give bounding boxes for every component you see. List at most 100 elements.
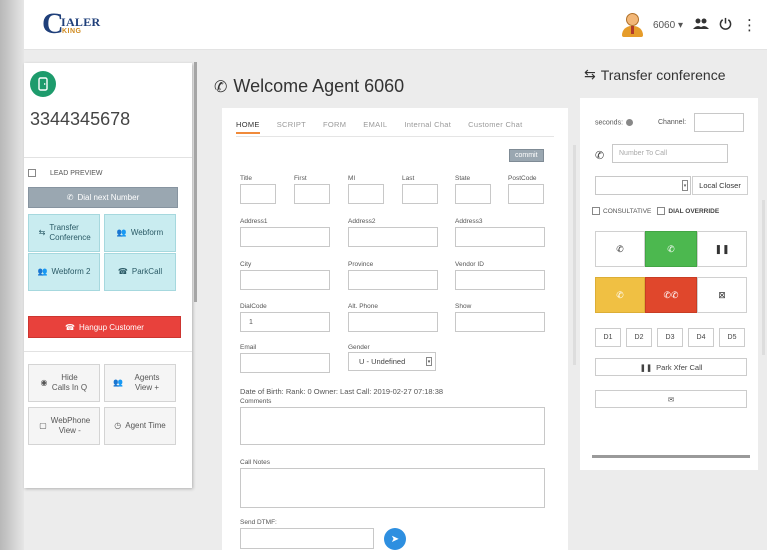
address2-input[interactable] <box>348 227 438 247</box>
first-name-input[interactable] <box>294 184 330 204</box>
mi-input[interactable] <box>348 184 384 204</box>
address3-input[interactable] <box>455 227 545 247</box>
more-vertical-icon[interactable]: ⋮ <box>742 16 757 34</box>
top-bar: C IALER KING 6060 ▾ ⋮ <box>24 0 767 50</box>
local-closer-button[interactable]: Local Closer <box>692 176 748 195</box>
tab-home[interactable]: HOME <box>236 120 260 134</box>
show-label: Show <box>455 303 472 310</box>
first-label: First <box>294 175 307 182</box>
panel-scrollbar[interactable] <box>194 62 197 302</box>
vendor-id-label: Vendor ID <box>455 261 484 268</box>
dial-next-number-button[interactable]: ✆ Dial next Number <box>28 187 178 208</box>
lead-preview-checkbox[interactable] <box>28 169 36 177</box>
address1-input[interactable] <box>240 227 330 247</box>
address2-label: Address2 <box>348 218 376 225</box>
hold-button[interactable]: ✆ <box>595 277 645 313</box>
state-input[interactable] <box>455 184 491 204</box>
hangup-xfer-button[interactable]: ✆✆ <box>645 277 697 313</box>
dtmf-d4-button[interactable]: D4 <box>688 328 714 347</box>
park-xfer-call-button[interactable]: ❚❚ Park Xfer Call <box>595 358 747 376</box>
dial-override-checkbox[interactable] <box>657 207 666 215</box>
transfer-icon: ⇆ <box>584 66 596 82</box>
webform2-button[interactable]: 👥 Webform 2 <box>28 253 100 291</box>
show-input[interactable] <box>455 312 545 332</box>
dial-button[interactable]: ✆ <box>595 231 645 267</box>
tab-script[interactable]: SCRIPT <box>277 120 306 134</box>
email-input[interactable] <box>240 353 330 373</box>
comments-textarea[interactable] <box>240 407 545 445</box>
last-label: Last <box>402 175 415 182</box>
customer-phone-number: 3344345678 <box>30 109 131 129</box>
channel-input[interactable] <box>694 113 744 132</box>
mid-scrollbar[interactable] <box>573 145 576 365</box>
phone-icon: ✆ <box>595 150 605 162</box>
agent-time-button[interactable]: ◷ Agent Time <box>104 407 176 445</box>
comments-label: Comments <box>240 398 272 405</box>
commit-button[interactable]: commit <box>509 149 544 162</box>
park-phone-icon: ☎ <box>117 267 128 276</box>
users-icon: 👥 <box>116 228 127 237</box>
webform-button[interactable]: 👥 Webform <box>104 214 176 252</box>
answer-button[interactable]: ✆ <box>645 231 697 267</box>
agent-avatar[interactable] <box>621 12 643 38</box>
tabs-underline <box>236 136 554 137</box>
consultative-option[interactable]: CONSULTATIVE DIAL OVERRIDE <box>592 207 719 215</box>
dtmf-d1-button[interactable]: D1 <box>595 328 621 347</box>
number-to-call-input[interactable]: Number To Call <box>612 144 728 163</box>
left-shadow-strip <box>0 0 24 550</box>
tab-form[interactable]: FORM <box>323 120 346 134</box>
mi-label: MI <box>348 175 356 182</box>
last-name-input[interactable] <box>402 184 438 204</box>
divider <box>24 157 192 158</box>
users-icon[interactable] <box>693 17 709 34</box>
tab-customer-chat[interactable]: Customer Chat <box>468 120 522 134</box>
tab-email[interactable]: EMAIL <box>363 120 387 134</box>
dtmf-d3-button[interactable]: D3 <box>657 328 683 347</box>
state-label: State <box>455 175 471 182</box>
gender-select[interactable]: U - Undefined ▾ <box>348 352 436 371</box>
agent-id-dropdown[interactable]: 6060 ▾ <box>653 20 683 31</box>
page-title: ✆ Welcome Agent 6060 <box>214 76 405 96</box>
seconds-label: seconds: <box>595 119 634 126</box>
dtmf-d2-button[interactable]: D2 <box>626 328 652 347</box>
consultative-checkbox[interactable] <box>592 207 600 215</box>
postcode-input[interactable] <box>508 184 544 204</box>
pause-button[interactable]: ❚❚ <box>697 231 747 267</box>
dialcode-input[interactable]: 1 <box>240 312 330 332</box>
hide-calls-button[interactable]: ◉ Hide Calls In Q <box>28 364 100 402</box>
send-dtmf-input[interactable] <box>240 528 374 549</box>
agents-view-button[interactable]: 👥 Agents View + <box>104 364 176 402</box>
dtmf-d5-button[interactable]: D5 <box>719 328 745 347</box>
hangup-customer-button[interactable]: ☎ Hangup Customer <box>28 316 181 338</box>
transfer-panel: seconds: Channel: ✆ Number To Call ▾ Loc… <box>580 98 758 470</box>
webphone-view-button[interactable]: ▢ WebPhone View - <box>28 407 100 445</box>
send-dtmf-button[interactable]: ➤ <box>384 528 406 550</box>
email-label: Email <box>240 344 257 351</box>
power-icon[interactable] <box>719 17 732 34</box>
parkcall-button[interactable]: ☎ ParkCall <box>104 253 176 291</box>
title-input[interactable] <box>240 184 276 204</box>
vendor-id-input[interactable] <box>455 270 545 290</box>
tab-internal-chat[interactable]: Internal Chat <box>404 120 451 134</box>
video-off-button[interactable]: ⊠ <box>697 277 747 313</box>
transfer-icon: ⇆ <box>38 228 46 237</box>
alt-phone-input[interactable] <box>348 312 438 332</box>
transfer-scrollbar[interactable] <box>592 455 750 458</box>
users-icon: 👥 <box>37 267 48 276</box>
closer-select[interactable]: ▾ <box>595 176 691 195</box>
city-input[interactable] <box>240 270 330 290</box>
phone-icon: ✆ <box>616 243 624 254</box>
video-off-icon: ⊠ <box>718 289 726 300</box>
lead-preview[interactable]: LEAD PREVIEW <box>28 169 103 177</box>
right-scrollbar[interactable] <box>762 200 765 355</box>
phone-icon: ✆ <box>616 289 624 300</box>
eye-slash-icon: ◉ <box>40 378 48 387</box>
call-notes-textarea[interactable] <box>240 468 545 508</box>
email-xfer-button[interactable]: ✉ <box>595 390 747 408</box>
seconds-indicator <box>626 119 634 126</box>
province-input[interactable] <box>348 270 438 290</box>
tab-bar: HOME SCRIPT FORM EMAIL Internal Chat Cus… <box>236 120 540 134</box>
users-icon: 👥 <box>113 378 123 387</box>
select-arrow-icon: ▾ <box>426 357 432 366</box>
transfer-conference-button[interactable]: ⇆ Transfer Conference <box>28 214 100 252</box>
